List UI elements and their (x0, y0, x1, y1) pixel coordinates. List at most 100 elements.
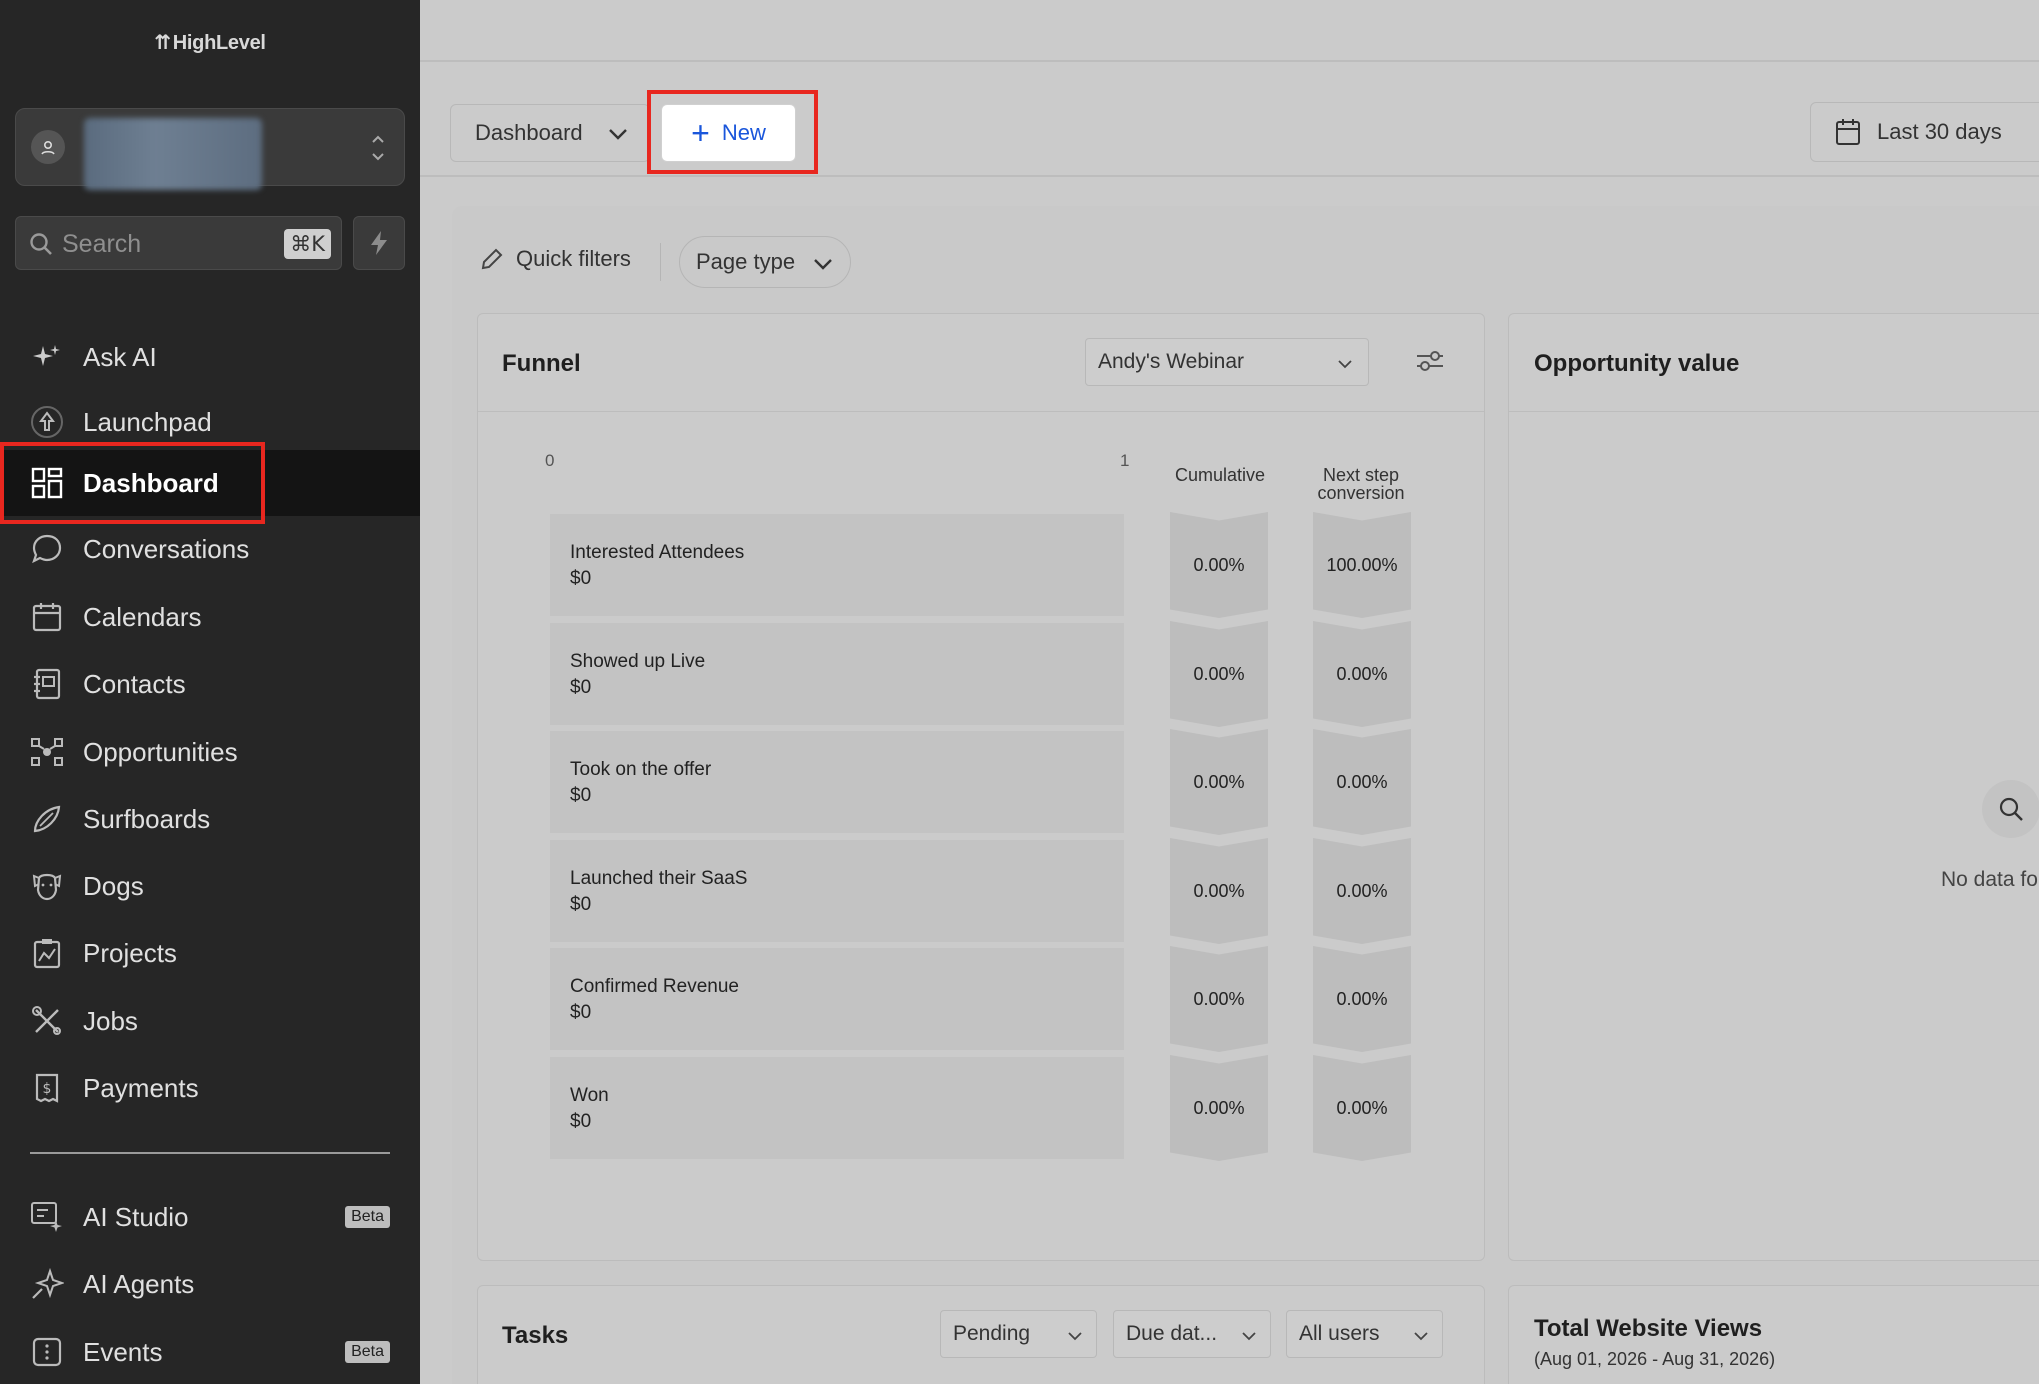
chevron-down-icon (1242, 1332, 1256, 1341)
chevron-down-icon (814, 259, 832, 270)
svg-text:$: $ (43, 1081, 52, 1097)
cumulative-cell: 0.00% (1170, 729, 1268, 835)
sidebar-item-dogs[interactable]: Dogs (0, 854, 420, 918)
sidebar-item-label: Projects (83, 937, 177, 968)
rocket-icon (30, 405, 64, 439)
tasks-title: Tasks (502, 1322, 569, 1349)
chevron-down-icon (1338, 360, 1352, 369)
sidebar-item-label: Jobs (83, 1005, 138, 1036)
sidebar-item-label: Opportunities (83, 736, 238, 767)
plus-icon: + (691, 115, 710, 151)
sidebar-item-label: Conversations (83, 533, 250, 564)
stage-value: $0 (570, 785, 592, 806)
funnel-stage-row[interactable]: Launched their SaaS $0 (550, 840, 1124, 942)
sidebar-item-ai-agents[interactable]: AI Agents (0, 1252, 420, 1316)
chevron-updown-icon (372, 135, 384, 161)
pencil-icon (481, 248, 503, 270)
sidebar-divider (30, 1152, 390, 1154)
lightning-icon (371, 231, 387, 255)
search-icon (30, 233, 52, 255)
account-switcher[interactable] (15, 108, 405, 190)
sidebar-item-label: AI Agents (83, 1268, 195, 1299)
quick-actions-button[interactable] (353, 216, 405, 270)
search-shortcut-badge: ⌘K (284, 229, 331, 259)
sidebar-item-projects[interactable]: Projects (0, 921, 420, 985)
sidebar-item-events[interactable]: Events Beta (0, 1320, 420, 1384)
ai-studio-icon (30, 1200, 64, 1234)
funnel-stage-row[interactable]: Won $0 (550, 1057, 1124, 1159)
sidebar-item-label: Contacts (83, 668, 186, 699)
tasks-sort-select[interactable]: Due dat... (1113, 1310, 1271, 1358)
funnel-stage-row[interactable]: Showed up Live $0 (550, 623, 1124, 725)
beta-badge: Beta (345, 1341, 390, 1363)
sidebar-item-launchpad[interactable]: Launchpad (0, 390, 420, 454)
stage-name: Took on the offer (570, 759, 712, 780)
funnel-stage-row[interactable]: Confirmed Revenue $0 (550, 948, 1124, 1050)
calendar-icon (30, 600, 64, 634)
sidebar-item-jobs[interactable]: Jobs (0, 989, 420, 1053)
page-type-filter[interactable]: Page type (679, 236, 851, 288)
highlevel-logo[interactable]: ⇈ HighLevel (0, 30, 420, 55)
sidebar-item-dashboard[interactable]: Dashboard (0, 450, 420, 516)
opportunities-icon (30, 735, 64, 769)
new-dashboard-button[interactable]: + New (661, 104, 796, 162)
filter-separator (660, 243, 661, 281)
next-step-cell: 0.00% (1313, 1055, 1411, 1161)
top-header (420, 0, 2039, 62)
contact-book-icon (30, 667, 64, 701)
sidebar-item-label: AI Studio (83, 1201, 189, 1232)
sidebar-item-label: Payments (83, 1072, 199, 1103)
sidebar-item-label: Calendars (83, 601, 202, 632)
quick-filters-button[interactable]: Quick filters (480, 246, 631, 272)
dog-icon (30, 869, 64, 903)
stage-name: Won (570, 1085, 609, 1106)
stage-name: Launched their SaaS (570, 868, 748, 889)
sidebar-item-label: Dogs (83, 870, 144, 901)
search-input[interactable]: Search (62, 230, 141, 259)
stage-name: Confirmed Revenue (570, 976, 739, 997)
cumulative-cell: 0.00% (1170, 512, 1268, 618)
chevron-down-icon (1068, 1332, 1082, 1341)
next-step-cell: 100.00% (1313, 512, 1411, 618)
funnel-title: Funnel (502, 350, 581, 377)
calendar-icon (1836, 119, 1860, 145)
cumulative-header: Cumulative (1174, 465, 1266, 485)
date-range-select[interactable]: Last 30 days (1810, 102, 2039, 162)
sidebar-item-ask-ai[interactable]: Ask AI (0, 325, 420, 389)
sidebar-item-surfboards[interactable]: Surfboards (0, 787, 420, 851)
events-icon (30, 1335, 64, 1369)
settings-sliders-icon[interactable] (1415, 348, 1445, 374)
card-divider (1509, 411, 2039, 412)
surfboard-icon (30, 802, 64, 836)
sidebar-item-opportunities[interactable]: Opportunities (0, 720, 420, 784)
funnel-stage-row[interactable]: Interested Attendees $0 (550, 514, 1124, 616)
sidebar-item-label: Surfboards (83, 803, 211, 834)
stage-name: Interested Attendees (570, 542, 745, 563)
stage-value: $0 (570, 568, 592, 589)
sidebar-item-payments[interactable]: $ Payments (0, 1056, 420, 1120)
beta-badge: Beta (345, 1206, 390, 1228)
search-icon (1999, 797, 2023, 821)
search-box[interactable]: Search ⌘K (15, 216, 342, 270)
opportunity-value-title: Opportunity value (1534, 350, 1740, 377)
cumulative-cell: 0.00% (1170, 946, 1268, 1052)
next-step-cell: 0.00% (1313, 729, 1411, 835)
dashboard-select[interactable]: Dashboard (450, 104, 650, 162)
funnel-select[interactable]: Andy's Webinar (1085, 338, 1369, 386)
sidebar-item-contacts[interactable]: Contacts (0, 652, 420, 716)
sidebar-item-label: Dashboard (83, 467, 219, 498)
sidebar-item-ai-studio[interactable]: AI Studio Beta (0, 1185, 420, 1249)
sidebar-item-label: Events (83, 1336, 163, 1367)
tasks-status-select[interactable]: Pending (940, 1310, 1097, 1358)
sidebar-item-conversations[interactable]: Conversations (0, 517, 420, 581)
stage-value: $0 (570, 1111, 592, 1132)
funnel-stage-row[interactable]: Took on the offer $0 (550, 731, 1124, 833)
tasks-users-select[interactable]: All users (1286, 1310, 1443, 1358)
website-views-title: Total Website Views (1534, 1315, 1763, 1342)
stage-value: $0 (570, 677, 592, 698)
next-step-cell: 0.00% (1313, 621, 1411, 727)
cumulative-cell: 0.00% (1170, 1055, 1268, 1161)
opportunity-value-card (1508, 313, 2039, 1261)
chevron-down-icon (609, 129, 627, 140)
sidebar-item-calendars[interactable]: Calendars (0, 585, 420, 649)
